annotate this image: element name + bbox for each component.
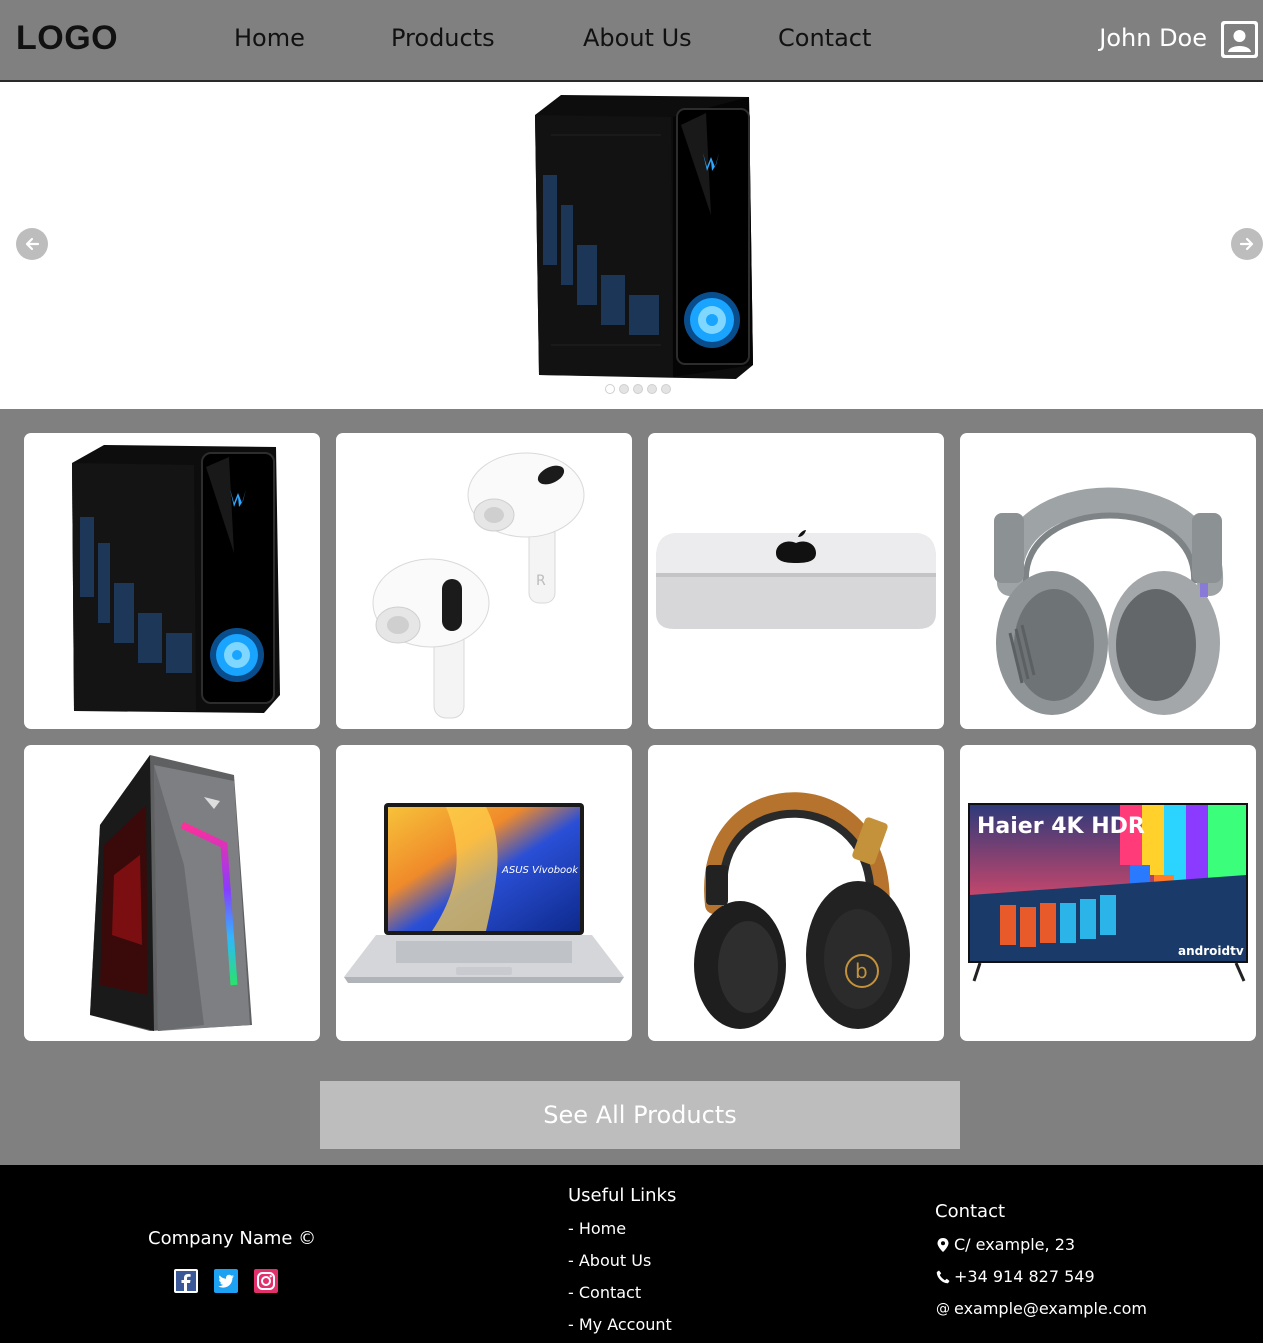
carousel-dot[interactable] [619, 384, 629, 394]
carousel-dots [605, 384, 671, 394]
rgb-gaming-tower-icon [90, 755, 252, 1031]
mini-desktop-icon [656, 530, 936, 629]
product-card-black-headphones[interactable]: b [648, 745, 944, 1041]
product-card-television[interactable]: Haier 4K HDR androidtv [960, 745, 1256, 1041]
phone-text[interactable]: +34 914 827 549 [954, 1267, 1095, 1286]
nav-about-us[interactable]: About Us [583, 24, 692, 52]
product-card-earbuds[interactable]: R [336, 433, 632, 729]
gray-headset-icon [994, 487, 1224, 715]
carousel-prev-arrow-icon[interactable] [16, 228, 48, 260]
svg-text:Haier 4K HDR: Haier 4K HDR [977, 814, 1145, 839]
svg-text:R: R [536, 573, 546, 589]
carousel-dot[interactable] [605, 384, 615, 394]
location-pin-icon [936, 1237, 950, 1252]
black-headphones-icon: b [694, 792, 910, 1029]
footer-link-my-account[interactable]: - My Account [568, 1315, 672, 1334]
carousel-next-arrow-icon[interactable] [1231, 228, 1263, 260]
site-header: LOGO Home Products About Us Contact John… [0, 0, 1263, 82]
nav-products[interactable]: Products [391, 24, 495, 52]
gaming-pc-tower-icon [72, 445, 280, 713]
useful-links-title: Useful Links [568, 1185, 677, 1206]
product-card-mini-desktop[interactable] [648, 433, 944, 729]
carousel-dot[interactable] [647, 384, 657, 394]
facebook-icon[interactable] [174, 1269, 198, 1293]
wireless-earbuds-icon: R [372, 452, 585, 719]
phone-icon [936, 1270, 950, 1284]
at-sign-icon: @ [936, 1300, 950, 1317]
contact-title: Contact [935, 1201, 1006, 1222]
footer-link-about-us[interactable]: - About Us [568, 1251, 651, 1270]
twitter-icon[interactable] [214, 1269, 238, 1293]
contact-email: @ example@example.com [936, 1299, 1147, 1318]
user-name[interactable]: John Doe [1099, 24, 1207, 52]
laptop-icon: ASUS Vivobook [344, 803, 624, 983]
footer-link-contact[interactable]: - Contact [568, 1283, 641, 1302]
user-avatar-icon[interactable] [1221, 21, 1258, 58]
nav-contact[interactable]: Contact [778, 24, 871, 52]
site-footer: Company Name © Useful Links - Home - Abo… [0, 1165, 1263, 1343]
carousel-slide-image [535, 95, 753, 379]
footer-link-home[interactable]: - Home [568, 1219, 626, 1238]
logo[interactable]: LOGO [16, 19, 118, 58]
contact-phone: +34 914 827 549 [936, 1267, 1095, 1286]
hero-carousel [0, 82, 1263, 409]
address-text: C/ example, 23 [954, 1235, 1076, 1254]
carousel-dot[interactable] [661, 384, 671, 394]
svg-text:ASUS Vivobook: ASUS Vivobook [501, 865, 579, 876]
svg-text:androidtv: androidtv [1178, 944, 1244, 958]
product-card-laptop[interactable]: ASUS Vivobook [336, 745, 632, 1041]
products-section: R ASUS Vivobook b Haier 4K HDR androidtv… [0, 409, 1263, 1165]
see-all-products-button[interactable]: See All Products [320, 1081, 960, 1149]
svg-text:b: b [855, 959, 868, 983]
carousel-dot[interactable] [633, 384, 643, 394]
product-card-gaming-pc[interactable] [24, 433, 320, 729]
company-name: Company Name © [148, 1228, 317, 1249]
contact-address: C/ example, 23 [936, 1235, 1075, 1254]
instagram-icon[interactable] [254, 1269, 278, 1293]
product-card-rgb-tower[interactable] [24, 745, 320, 1041]
email-text[interactable]: example@example.com [954, 1299, 1147, 1318]
television-icon: Haier 4K HDR androidtv [968, 803, 1248, 982]
nav-home[interactable]: Home [234, 24, 305, 52]
product-card-gray-headset[interactable] [960, 433, 1256, 729]
